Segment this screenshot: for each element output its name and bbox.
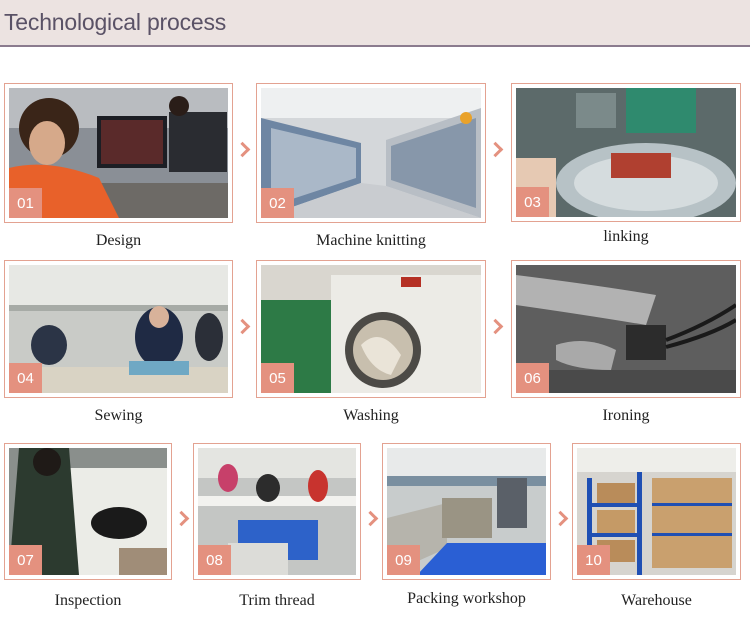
step-caption: Inspection [54, 592, 122, 609]
step-number-badge: 01 [9, 188, 42, 218]
machine-knitting-photo: 02 [261, 88, 481, 218]
arrow-right-icon [487, 318, 504, 335]
step-caption: Washing [343, 407, 399, 424]
step-caption: Packing workshop [407, 590, 526, 607]
step-card-linking: 03 [511, 83, 741, 222]
step-caption: Ironing [602, 407, 650, 424]
step-number-badge: 05 [261, 363, 294, 393]
step-caption: Warehouse [621, 592, 692, 609]
step-caption: Machine knitting [316, 232, 426, 249]
warehouse-photo: 10 [577, 448, 736, 575]
step-card-packing-workshop: 09 [382, 443, 551, 580]
step-card-sewing: 04 [4, 260, 233, 398]
page-header: Technological process [0, 0, 750, 47]
step-number-badge: 02 [261, 188, 294, 218]
sewing-photo: 04 [9, 265, 228, 393]
step-caption: Design [95, 232, 142, 249]
arrow-right-icon [234, 141, 251, 158]
page-title: Technological process [4, 9, 227, 35]
step-card-ironing: 06 [511, 260, 741, 398]
step-number-badge: 06 [516, 363, 549, 393]
inspection-photo: 07 [9, 448, 167, 575]
step-number-badge: 09 [387, 545, 420, 575]
step-number-badge: 03 [516, 187, 549, 217]
step-number-badge: 07 [9, 545, 42, 575]
arrow-right-icon [552, 510, 569, 527]
linking-photo: 03 [516, 88, 736, 217]
step-number-badge: 08 [198, 545, 231, 575]
step-caption: Sewing [94, 407, 143, 424]
step-number-badge: 10 [577, 545, 610, 575]
washing-photo: 05 [261, 265, 481, 393]
arrow-right-icon [173, 510, 190, 527]
design-photo: 01 [9, 88, 228, 218]
step-card-warehouse: 10 [572, 443, 741, 580]
step-card-machine-knitting: 02 [256, 83, 486, 223]
trim-thread-photo: 08 [198, 448, 356, 575]
arrow-right-icon [234, 318, 251, 335]
step-caption: Trim thread [239, 592, 315, 609]
step-card-inspection: 07 [4, 443, 172, 580]
step-caption: linking [603, 228, 649, 245]
step-card-design: 01 [4, 83, 233, 223]
packing-workshop-photo: 09 [387, 448, 546, 575]
ironing-photo: 06 [516, 265, 736, 393]
step-card-trim-thread: 08 [193, 443, 361, 580]
step-number-badge: 04 [9, 363, 42, 393]
arrow-right-icon [362, 510, 379, 527]
arrow-right-icon [487, 141, 504, 158]
step-card-washing: 05 [256, 260, 486, 398]
